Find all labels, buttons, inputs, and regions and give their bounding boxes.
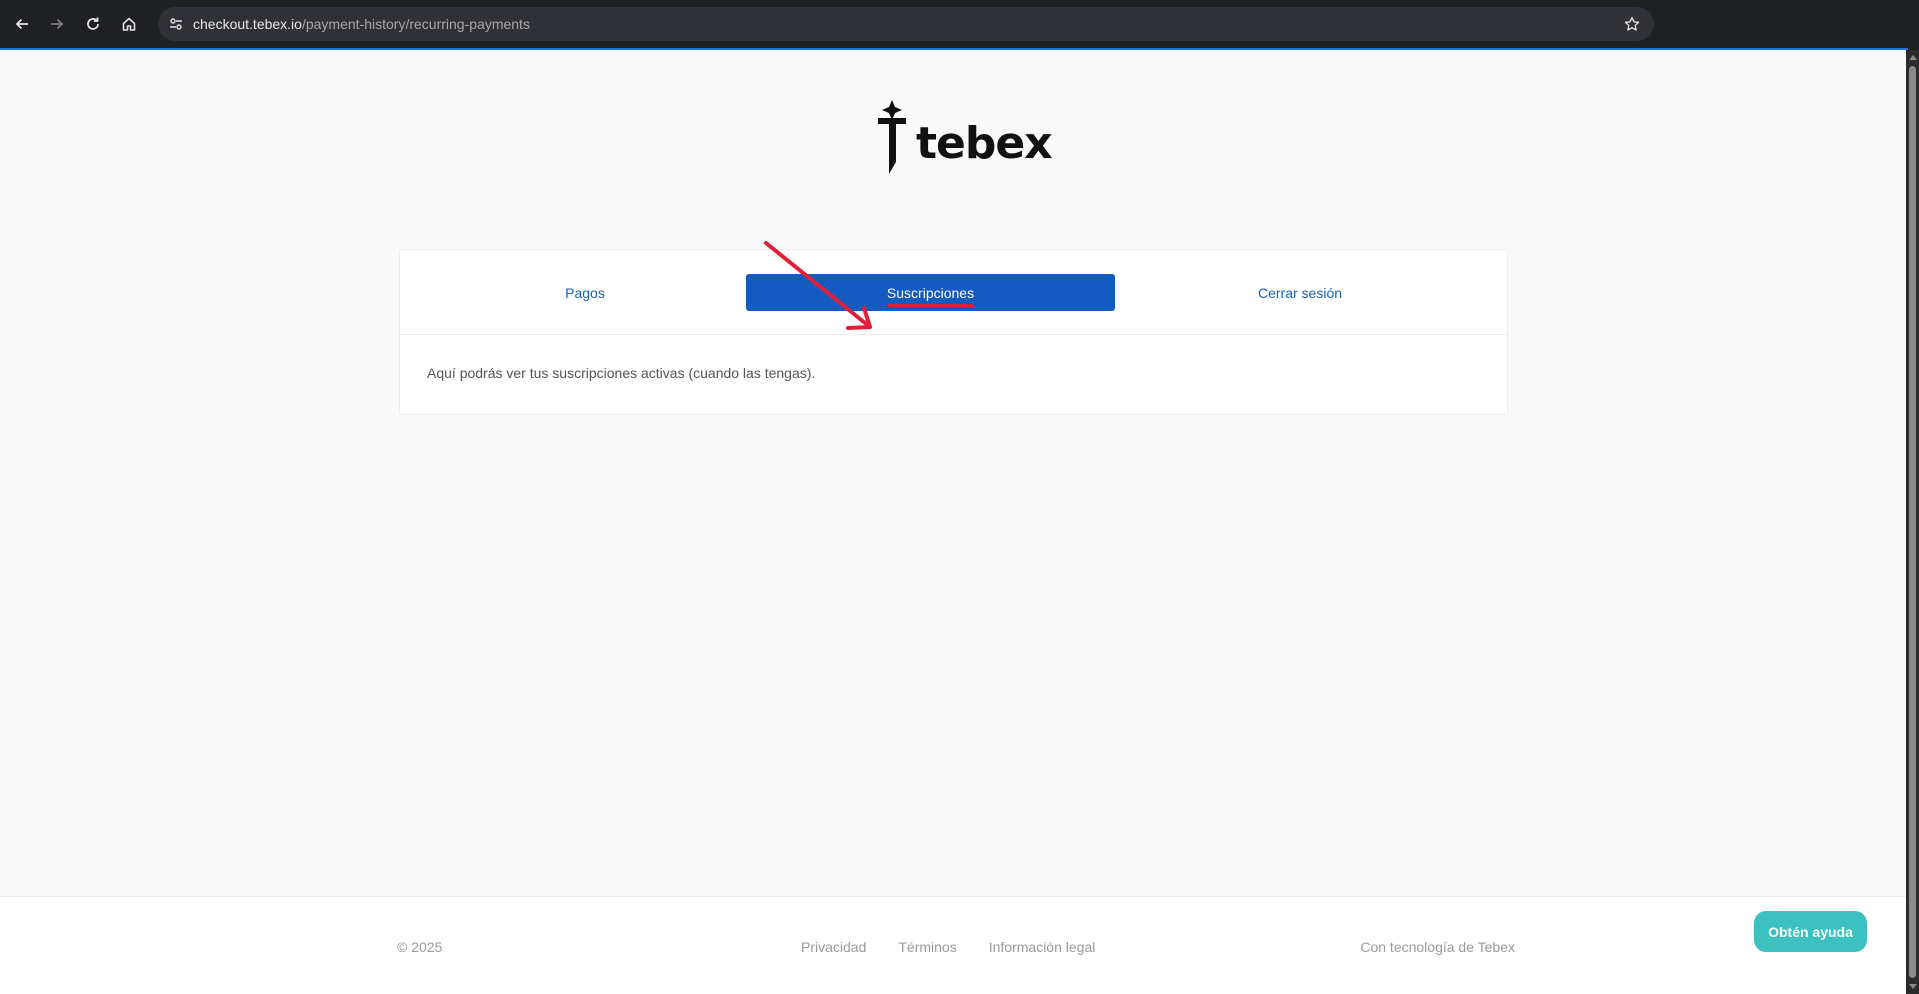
page-footer: © 2025 Privacidad Términos Información l… [0, 896, 1906, 994]
footer-link-terms[interactable]: Términos [898, 939, 956, 955]
forward-arrow-icon[interactable] [44, 11, 70, 37]
tab-pagos[interactable]: Pagos [430, 274, 740, 311]
payment-history-card: Pagos Suscripciones Cerrar sesión Aquí p… [399, 249, 1508, 415]
tab-suscripciones-label: Suscripciones [886, 284, 975, 307]
help-button[interactable]: Obtén ayuda [1754, 911, 1867, 952]
url-host: checkout.tebex.io [193, 16, 302, 32]
page-viewport: tebex Pagos Suscripciones Cerrar sesión … [0, 50, 1906, 994]
tab-cerrar-sesion[interactable]: Cerrar sesión [1120, 274, 1480, 311]
tebex-logo[interactable]: tebex [876, 100, 1053, 180]
tab-bar: Pagos Suscripciones Cerrar sesión [400, 250, 1507, 335]
annotation-underline [886, 303, 975, 307]
scroll-thumb[interactable] [1909, 66, 1916, 978]
back-arrow-icon[interactable] [9, 11, 35, 37]
tab-suscripciones-text: Suscripciones [886, 284, 975, 301]
tab-suscripciones[interactable]: Suscripciones [746, 274, 1115, 311]
powered-by-text[interactable]: Con tecnología de Tebex [1360, 939, 1515, 955]
subscriptions-message: Aquí podrás ver tus suscripciones activa… [427, 365, 816, 381]
home-icon[interactable] [116, 11, 142, 37]
scroll-up-icon[interactable] [1909, 55, 1917, 60]
scrollbar[interactable] [1906, 50, 1919, 994]
tebex-logo-mark-icon [878, 100, 906, 174]
scroll-down-icon[interactable] [1909, 984, 1917, 989]
copyright-text: © 2025 [397, 939, 443, 955]
browser-toolbar: checkout.tebex.io/payment-history/recurr… [0, 0, 1919, 48]
footer-link-legal[interactable]: Información legal [989, 939, 1096, 955]
footer-link-privacy[interactable]: Privacidad [801, 939, 866, 955]
logo-text: tebex [916, 117, 1053, 169]
reload-icon[interactable] [80, 11, 106, 37]
address-bar[interactable]: checkout.tebex.io/payment-history/recurr… [158, 7, 1654, 41]
footer-links: Privacidad Términos Información legal [801, 939, 1095, 955]
site-info-icon[interactable] [166, 14, 186, 34]
url-text: checkout.tebex.io/payment-history/recurr… [193, 16, 530, 32]
url-path: /payment-history/recurring-payments [301, 16, 530, 32]
star-icon[interactable] [1622, 14, 1642, 34]
